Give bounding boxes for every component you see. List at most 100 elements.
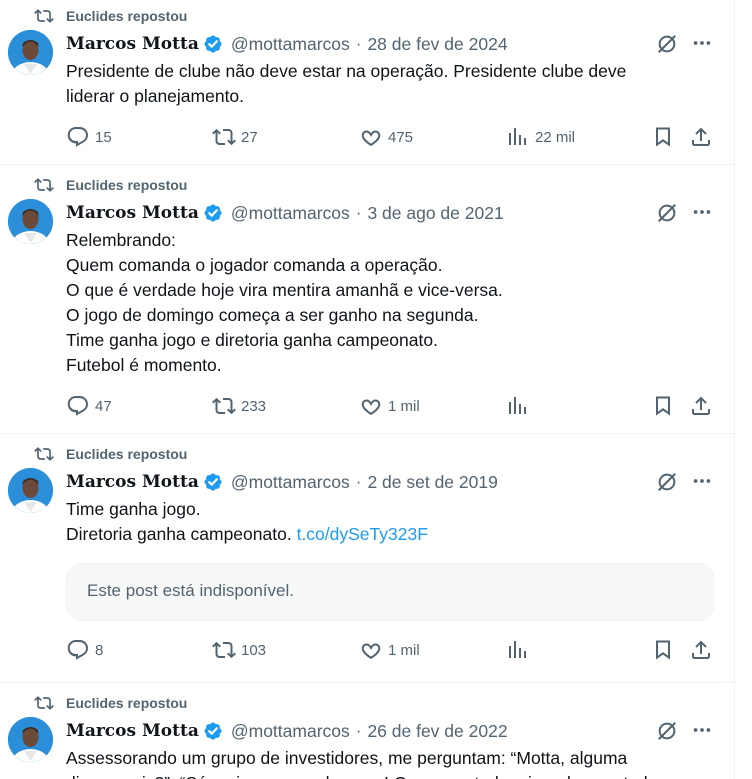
reply-icon: [67, 127, 88, 147]
tweet-header: Marcos Motta @mottamarcos · 2 de set de …: [66, 470, 498, 494]
tweet[interactable]: Euclides repostou Marcos Motta @mottamar…: [0, 438, 734, 683]
reply-button[interactable]: 47: [66, 394, 112, 418]
repost-context: Euclides repostou: [34, 7, 187, 25]
repost-label[interactable]: Euclides repostou: [66, 7, 187, 25]
repost-count: 27: [241, 128, 258, 146]
action-bar: 15 27 475 22 mil: [66, 125, 716, 149]
reply-count: 47: [95, 397, 112, 415]
heart-icon: [361, 130, 381, 146]
avatar[interactable]: [8, 468, 53, 513]
reply-icon: [67, 396, 88, 416]
tweet-date[interactable]: 26 de fev de 2022: [367, 721, 507, 742]
text-line: Quem comanda o jogador comanda a operaçã…: [66, 255, 443, 275]
like-button[interactable]: 475: [359, 125, 413, 149]
tweet-link[interactable]: t.co/dySeTy323F: [297, 524, 428, 544]
verified-badge-icon[interactable]: [203, 34, 223, 54]
views-button[interactable]: [506, 638, 530, 662]
views-chart-icon: [509, 128, 526, 145]
bookmark-icon[interactable]: [651, 638, 675, 662]
reply-icon: [67, 640, 88, 660]
author-handle[interactable]: @mottamarcos: [231, 34, 350, 55]
avatar[interactable]: [8, 717, 53, 762]
repost-icon: [34, 447, 54, 461]
reply-button[interactable]: 15: [66, 125, 112, 149]
action-bar: 8 103 1 mil: [66, 638, 716, 662]
grok-icon[interactable]: [656, 202, 678, 224]
views-count: 22 mil: [535, 128, 576, 146]
tweet[interactable]: Euclides repostou Marcos Motta @mottamar…: [0, 687, 734, 779]
tweet-date[interactable]: 28 de fev de 2024: [367, 34, 507, 55]
author-name[interactable]: Marcos Motta: [66, 34, 199, 54]
quoted-post-card[interactable]: Este post está indisponível.: [66, 563, 714, 621]
repost-label[interactable]: Euclides repostou: [66, 694, 187, 712]
views-button[interactable]: [506, 394, 530, 418]
avatar[interactable]: [8, 30, 53, 75]
tweet-header: Marcos Motta @mottamarcos · 3 de ago de …: [66, 201, 504, 225]
heart-icon: [361, 643, 381, 659]
author-name[interactable]: Marcos Motta: [66, 203, 199, 223]
views-button[interactable]: 22 mil: [506, 125, 575, 149]
repost-context: Euclides repostou: [34, 445, 187, 463]
repost-button[interactable]: 103: [212, 638, 266, 662]
tweet[interactable]: Euclides repostou Marcos Motta @mottamar…: [0, 0, 734, 165]
text-line: O jogo de domingo começa a ser ganho na …: [66, 305, 479, 325]
like-count: 475: [388, 128, 414, 146]
more-options-icon[interactable]: [691, 32, 713, 54]
reply-count: 8: [95, 641, 104, 659]
author-handle[interactable]: @mottamarcos: [231, 472, 350, 493]
action-bar: 47 233 1 mil: [66, 394, 716, 418]
separator-dot: ·: [355, 203, 362, 222]
share-icon[interactable]: [689, 394, 713, 418]
share-icon[interactable]: [689, 638, 713, 662]
repost-icon: [34, 9, 54, 23]
repost-label[interactable]: Euclides repostou: [66, 176, 187, 194]
more-options-icon[interactable]: [691, 470, 713, 492]
text-line: dica a mais?”. “Só mais uma, senhores.. …: [66, 771, 716, 779]
share-icon[interactable]: [689, 125, 713, 149]
verified-badge-icon[interactable]: [203, 472, 223, 492]
author-handle[interactable]: @mottamarcos: [231, 203, 350, 224]
bookmark-icon[interactable]: [651, 394, 675, 418]
repost-context: Euclides repostou: [34, 694, 187, 712]
scrollbar-track[interactable]: [737, 0, 752, 779]
text-line: Futebol é momento.: [66, 355, 222, 375]
bookmark-icon[interactable]: [651, 125, 675, 149]
separator-dot: ·: [355, 721, 362, 740]
author-name[interactable]: Marcos Motta: [66, 472, 199, 492]
tweet-date[interactable]: 2 de set de 2019: [367, 472, 497, 493]
like-button[interactable]: 1 mil: [359, 394, 420, 418]
author-handle[interactable]: @mottamarcos: [231, 721, 350, 742]
repost-count: 103: [241, 641, 267, 659]
tweet-text: Time ganha jogo. Diretoria ganha campeon…: [66, 497, 716, 547]
tweet-header: Marcos Motta @mottamarcos · 28 de fev de…: [66, 32, 508, 56]
tweet-header: Marcos Motta @mottamarcos · 26 de fev de…: [66, 719, 508, 743]
repost-context: Euclides repostou: [34, 176, 187, 194]
separator-dot: ·: [355, 472, 362, 491]
grok-icon[interactable]: [656, 720, 678, 742]
like-button[interactable]: 1 mil: [359, 638, 420, 662]
verified-badge-icon[interactable]: [203, 721, 223, 741]
reply-count: 15: [95, 128, 112, 146]
more-options-icon[interactable]: [691, 719, 713, 741]
author-name[interactable]: Marcos Motta: [66, 721, 199, 741]
more-options-icon[interactable]: [691, 201, 713, 223]
grok-icon[interactable]: [656, 33, 678, 55]
tweet[interactable]: Euclides repostou Marcos Motta @mottamar…: [0, 169, 734, 434]
verified-badge-icon[interactable]: [203, 203, 223, 223]
views-chart-icon: [509, 397, 526, 414]
avatar[interactable]: [8, 199, 53, 244]
text-line: Presidente de clube não deve estar na op…: [66, 61, 627, 81]
reply-button[interactable]: 8: [66, 638, 103, 662]
text-line: Diretoria ganha campeonato. t.co/dySeTy3…: [66, 522, 716, 547]
text-line: Time ganha jogo e diretoria ganha campeo…: [66, 330, 438, 350]
tweet-date[interactable]: 3 de ago de 2021: [367, 203, 503, 224]
like-count: 1 mil: [388, 397, 420, 415]
repost-icon: [212, 641, 236, 659]
views-chart-icon: [509, 641, 526, 658]
unavailable-notice: Este post está indisponível.: [87, 581, 294, 600]
repost-button[interactable]: 233: [212, 394, 266, 418]
grok-icon[interactable]: [656, 471, 678, 493]
repost-button[interactable]: 27: [212, 125, 258, 149]
repost-label[interactable]: Euclides repostou: [66, 445, 187, 463]
text-line-content: Diretoria ganha campeonato.: [66, 524, 292, 544]
